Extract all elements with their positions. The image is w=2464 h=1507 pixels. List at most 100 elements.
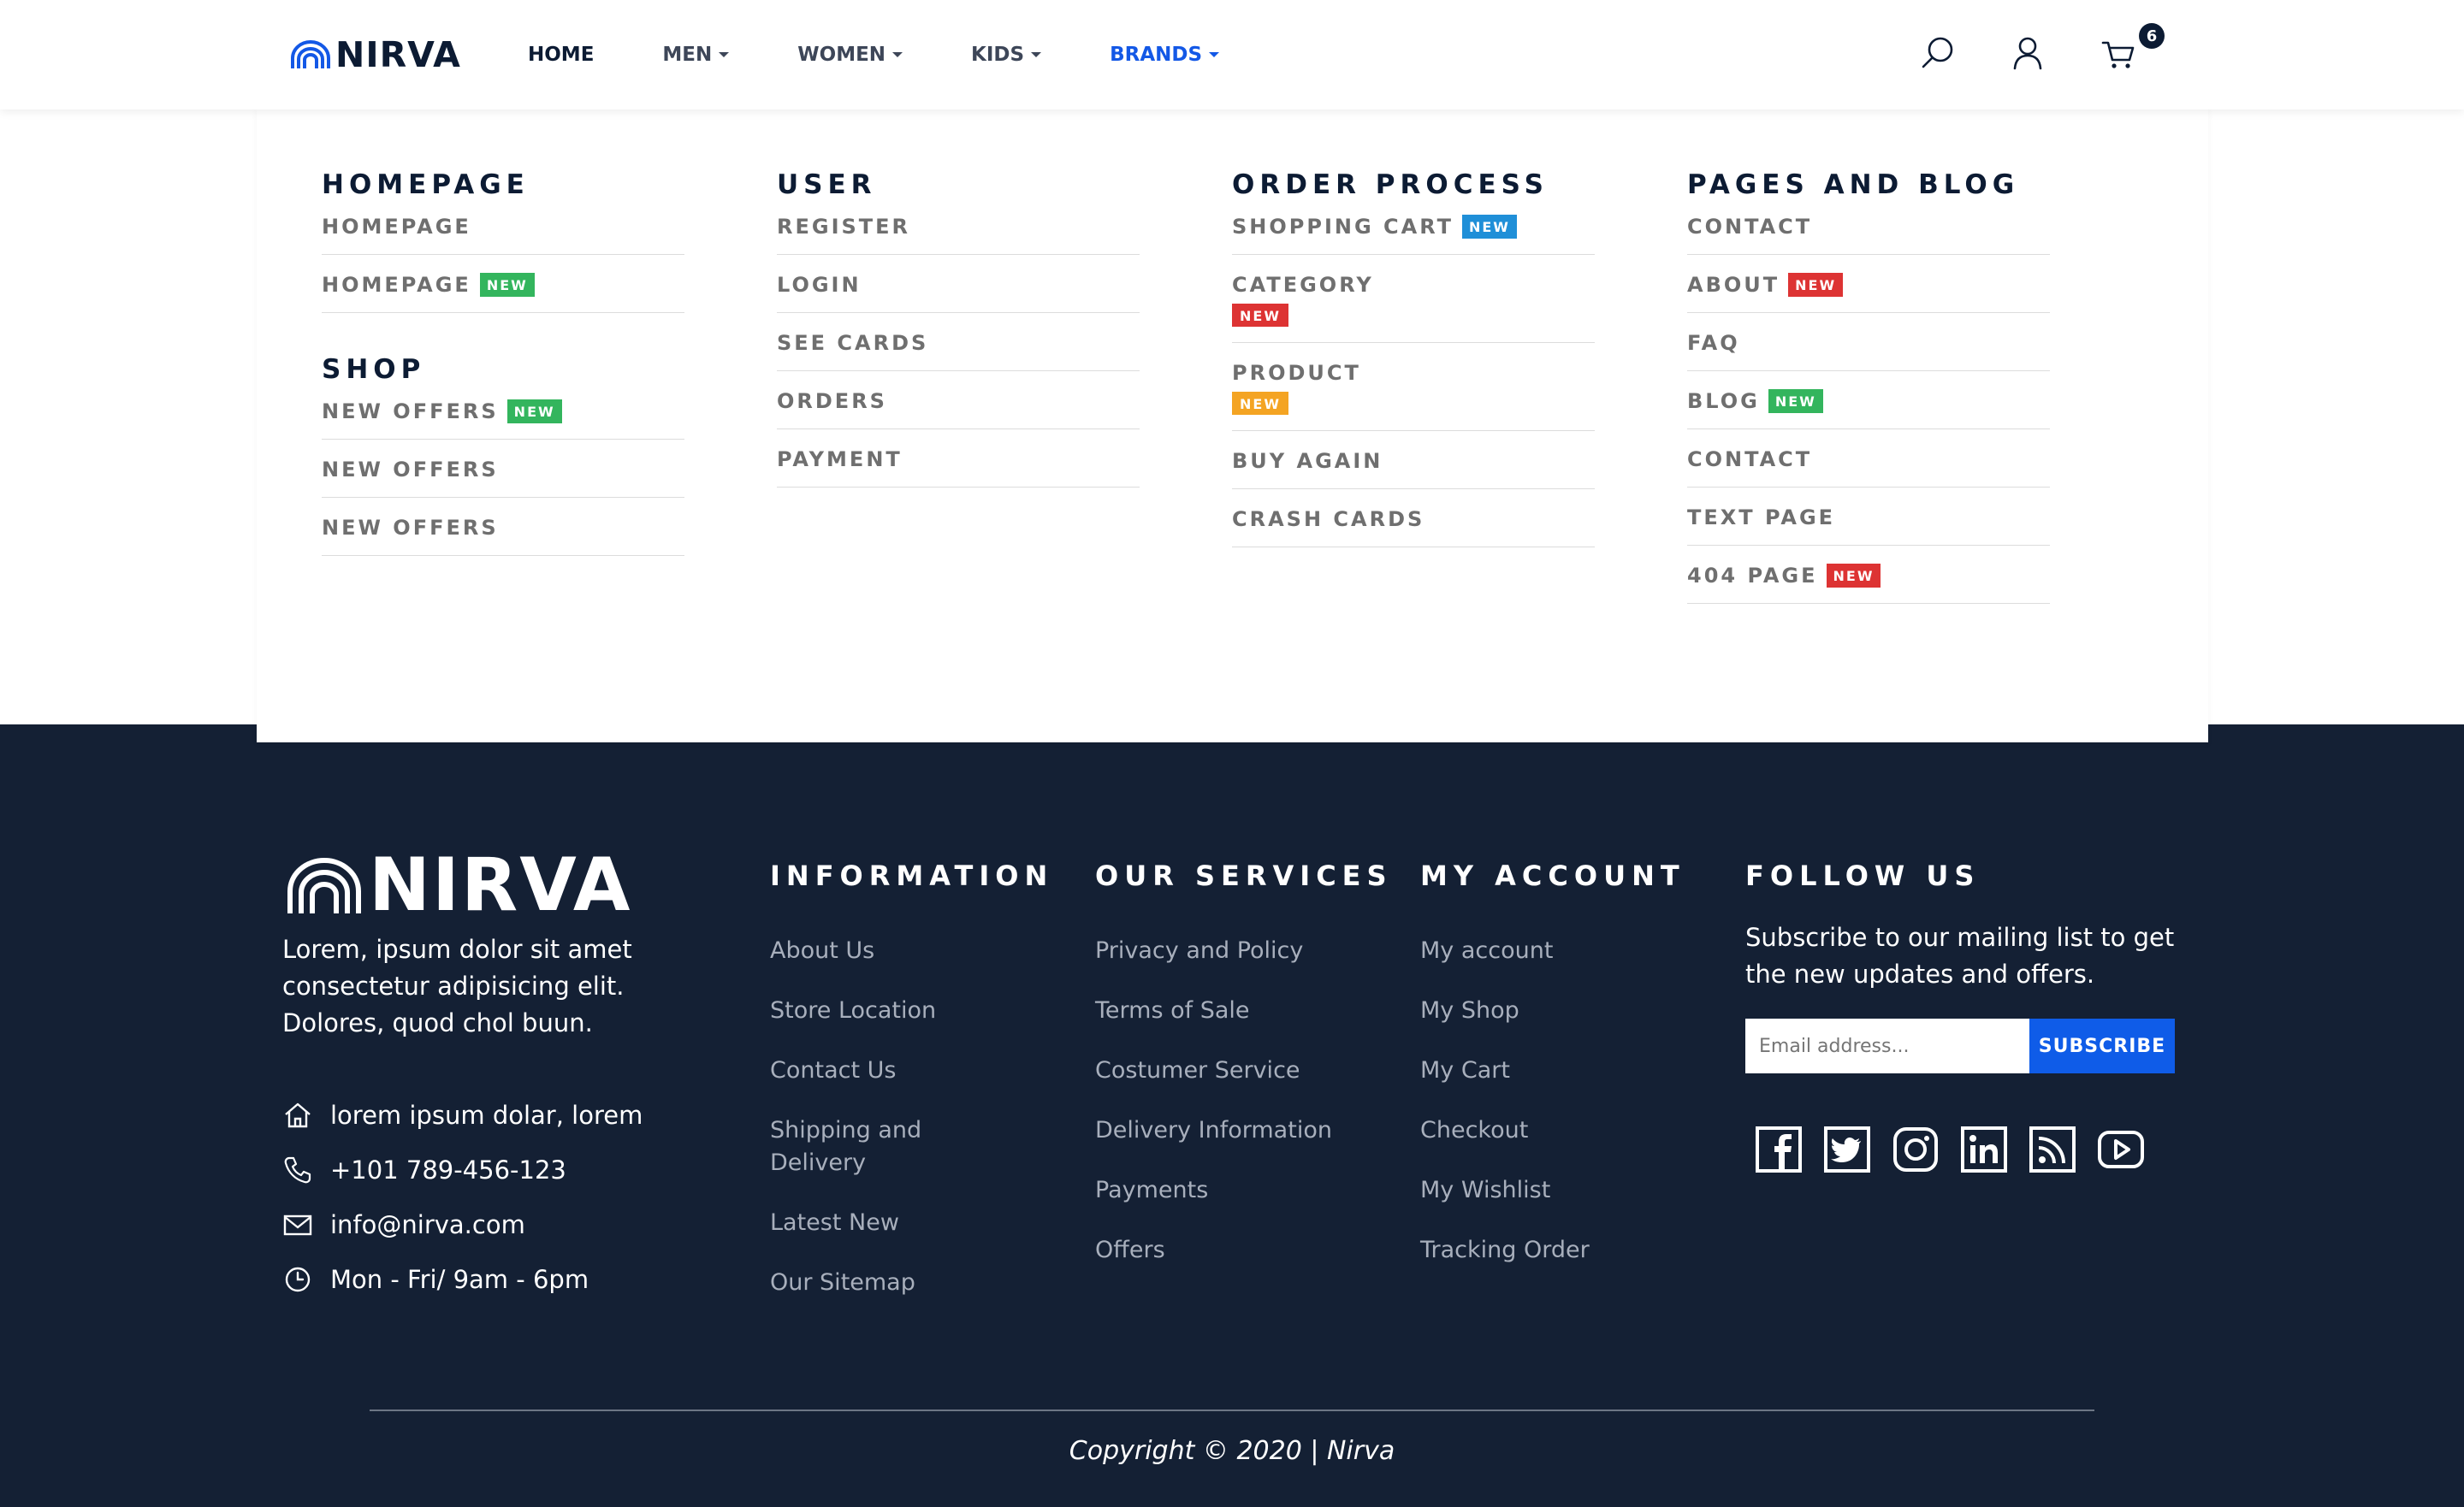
footer-about-text: Lorem, ipsum dolor sit amet consectetur … — [282, 935, 632, 1037]
new-badge: NEW — [1232, 392, 1288, 416]
page: NIRVA HOME MEN WOMEN KIDS BRANDS 6 HOMEP… — [0, 0, 2464, 1507]
menu-link[interactable]: REGISTER — [777, 214, 1140, 255]
footer-link[interactable]: My Wishlist — [1420, 1174, 1728, 1207]
contact-email[interactable]: info@nirva.com — [282, 1197, 643, 1252]
menu-link[interactable]: SHOPPING CART NEW — [1232, 214, 1595, 255]
nav-home[interactable]: HOME — [528, 44, 594, 66]
menu-link[interactable]: SEE CARDS — [777, 313, 1140, 371]
nav-brands[interactable]: BRANDS — [1110, 44, 1220, 66]
menu-link[interactable]: CATEGORY NEW — [1232, 255, 1595, 344]
menu-link[interactable]: CONTACT — [1687, 214, 2050, 255]
menu-link-label: PAYMENT — [777, 447, 903, 471]
menu-column-homepage: HOMEPAGE HOMEPAGE HOMEPAGE NEW SHOP NEW O… — [322, 169, 684, 556]
menu-link-label: CATEGORY — [1232, 273, 1374, 297]
footer-link[interactable]: Store Location — [770, 995, 1052, 1027]
contact-hours-text: Mon - Fri/ 9am - 6pm — [330, 1265, 589, 1294]
footer-heading: INFORMATION — [770, 860, 1054, 892]
menu-link[interactable]: CRASH CARDS — [1232, 489, 1595, 548]
menu-link[interactable]: LOGIN — [777, 255, 1140, 313]
menu-link[interactable]: BLOG NEW — [1687, 371, 2050, 429]
home-icon — [285, 1102, 311, 1128]
menu-link-label: 404 PAGE — [1687, 564, 1818, 588]
footer-link[interactable]: My account — [1420, 935, 1728, 967]
user-icon[interactable] — [2009, 34, 2046, 72]
new-badge: NEW — [1826, 564, 1881, 588]
menu-link[interactable]: HOMEPAGE — [322, 214, 684, 255]
footer-column-follow: FOLLOW US Subscribe to our mailing list … — [1745, 860, 2207, 1174]
menu-link-label: BUY AGAIN — [1232, 449, 1383, 474]
contact-hours: Mon - Fri/ 9am - 6pm — [282, 1252, 643, 1307]
menu-column-user: USER REGISTER LOGIN SEE CARDS ORDERS PAY… — [777, 169, 1140, 488]
menu-link[interactable]: CONTACT — [1687, 429, 2050, 488]
menu-link[interactable]: NEW OFFERS — [322, 440, 684, 498]
menu-link[interactable]: PAYMENT — [777, 429, 1140, 488]
menu-link[interactable]: PRODUCT NEW — [1232, 343, 1595, 432]
menu-link-label: ORDERS — [777, 389, 887, 413]
caret-down-icon — [719, 52, 730, 57]
menu-link-label: NEW OFFERS — [322, 399, 499, 423]
instagram-icon[interactable] — [1891, 1125, 1940, 1174]
menu-link[interactable]: FAQ — [1687, 313, 2050, 371]
footer-contact: lorem ipsum dolar, lorem +101 789-456-12… — [282, 1088, 643, 1307]
menu-heading: PAGES AND BLOG — [1687, 169, 2020, 200]
footer-link[interactable]: About Us — [770, 935, 1052, 967]
menu-link[interactable]: NEW OFFERS — [322, 498, 684, 556]
contact-address: lorem ipsum dolar, lorem — [282, 1088, 643, 1143]
menu-link[interactable]: TEXT PAGE — [1687, 488, 2050, 546]
rss-icon[interactable] — [2028, 1125, 2077, 1174]
youtube-icon[interactable] — [2096, 1125, 2146, 1174]
email-input[interactable] — [1745, 1019, 2029, 1073]
footer-link[interactable]: Offers — [1095, 1234, 1403, 1267]
menu-link-label: NEW OFFERS — [322, 458, 499, 482]
footer-link[interactable]: Latest New — [770, 1207, 1052, 1239]
logo-mark-icon — [287, 858, 361, 913]
menu-heading: SHOP — [322, 354, 426, 385]
menu-link-label: FAQ — [1687, 331, 1740, 355]
menu-link-label: ABOUT — [1687, 273, 1780, 297]
menu-link-label: SEE CARDS — [777, 331, 929, 355]
menu-link[interactable]: NEW OFFERS NEW — [322, 399, 684, 440]
footer-link[interactable]: Contact Us — [770, 1055, 1052, 1087]
nav-men[interactable]: MEN — [662, 44, 730, 66]
search-icon[interactable] — [1919, 34, 1957, 72]
footer-logo[interactable]: NIRVA — [285, 848, 631, 922]
contact-phone[interactable]: +101 789-456-123 — [282, 1143, 643, 1197]
facebook-icon[interactable] — [1754, 1125, 1804, 1174]
footer-link[interactable]: Terms of Sale — [1095, 995, 1403, 1027]
footer-link[interactable]: Payments — [1095, 1174, 1403, 1207]
footer-link[interactable]: Shipping and Delivery — [770, 1114, 975, 1179]
menu-link[interactable]: ORDERS — [777, 371, 1140, 429]
menu-group-homepage: HOMEPAGE HOMEPAGE HOMEPAGE NEW — [322, 169, 684, 313]
phone-icon — [284, 1156, 311, 1184]
menu-link-label: TEXT PAGE — [1687, 505, 1836, 529]
menu-heading: ORDER PROCESS — [1232, 169, 1549, 200]
footer-link[interactable]: Tracking Order — [1420, 1234, 1728, 1267]
footer-divider — [370, 1409, 2094, 1411]
footer-link[interactable]: My Shop — [1420, 995, 1728, 1027]
logo[interactable]: NIRVA — [289, 29, 461, 80]
nav-home-label: HOME — [528, 44, 595, 66]
menu-link-label: PRODUCT — [1232, 361, 1361, 386]
subscribe-button[interactable]: SUBSCRIBE — [2029, 1019, 2175, 1073]
footer-link[interactable]: Privacy and Policy — [1095, 935, 1403, 967]
footer-link[interactable]: Our Sitemap — [770, 1267, 1052, 1299]
footer-link[interactable]: Delivery Information — [1095, 1114, 1403, 1147]
linkedin-icon[interactable] — [1959, 1125, 2009, 1174]
footer-link[interactable]: Checkout — [1420, 1114, 1728, 1147]
menu-link[interactable]: BUY AGAIN — [1232, 431, 1595, 490]
header: NIRVA HOME MEN WOMEN KIDS BRANDS 6 — [0, 0, 2464, 109]
nav-kids[interactable]: KIDS — [971, 44, 1042, 66]
contact-address-text: lorem ipsum dolar, lorem — [330, 1101, 643, 1130]
menu-column-order-process: ORDER PROCESS SHOPPING CART NEW CATEGORY N… — [1232, 169, 1595, 548]
menu-link[interactable]: ABOUT NEW — [1687, 255, 2050, 313]
footer-link[interactable]: My Cart — [1420, 1055, 1728, 1087]
menu-link[interactable]: HOMEPAGE NEW — [322, 255, 684, 313]
nav-women[interactable]: WOMEN — [797, 44, 903, 66]
footer-link[interactable]: Costumer Service — [1095, 1055, 1403, 1087]
cart-icon[interactable] — [2100, 34, 2137, 72]
caret-down-icon — [1209, 52, 1220, 57]
twitter-icon[interactable] — [1822, 1125, 1872, 1174]
menu-column-pages-and-blog: PAGES AND BLOG CONTACT ABOUT NEW FAQ BLOG… — [1687, 169, 2050, 604]
menu-link[interactable]: 404 PAGE NEW — [1687, 546, 2050, 604]
footer-column-information: INFORMATION About Us Store Location Cont… — [770, 860, 1052, 1327]
